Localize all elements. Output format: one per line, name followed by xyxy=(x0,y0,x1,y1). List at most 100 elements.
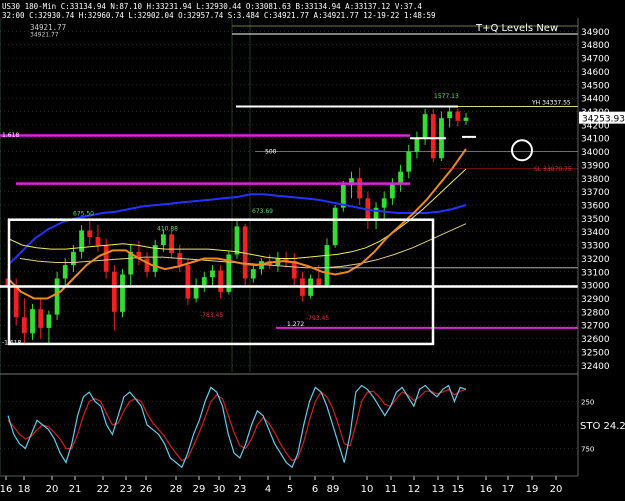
y-tick-label: 34000 xyxy=(581,148,610,158)
annotation-value: 1577.13 xyxy=(434,93,459,100)
x-tick-label: 23 xyxy=(120,484,133,495)
y-tick-label: 33200 xyxy=(581,255,610,265)
x-tick-label: 30 xyxy=(213,484,226,495)
y-tick-label: 34800 xyxy=(581,41,610,51)
y-tick-label: 33900 xyxy=(581,161,610,171)
sto-tick-label: 750 xyxy=(581,446,594,454)
chart-window: 32400 32500 32600 32700 32800 32900 33000 33100… xyxy=(0,0,625,497)
y-tick-label: 32500 xyxy=(581,348,610,358)
y-tick-label: 34700 xyxy=(581,55,610,65)
level-1272-label: 1.272 xyxy=(287,321,304,328)
header-ohlc: C:33134.94 N:87.10 H:33231.94 L:32930.44… xyxy=(60,2,422,11)
candle-body xyxy=(54,278,60,315)
candle-body xyxy=(463,117,469,121)
candle-body xyxy=(455,111,461,121)
candle-body xyxy=(447,111,453,119)
candle-body xyxy=(250,269,256,279)
candle-body xyxy=(103,245,109,272)
candle-body xyxy=(160,234,166,246)
candle-body xyxy=(120,274,125,312)
x-tick-label: 15 xyxy=(452,484,465,495)
candle-body xyxy=(332,207,338,246)
candle-body xyxy=(169,234,174,254)
x-tick-label: 4 xyxy=(265,484,271,495)
y-tick-label: 32400 xyxy=(581,362,610,372)
x-tick-label: 29 xyxy=(193,484,206,495)
x-tick-label: 16 xyxy=(0,484,12,495)
x-tick-label: 18 xyxy=(18,484,31,495)
annotation-value: -793.45 xyxy=(306,315,329,322)
x-tick-label: 11 xyxy=(385,484,398,495)
y-tick-label: 34900 xyxy=(581,28,610,38)
annotation-value: -783.45 xyxy=(200,312,223,319)
x-tick-label: 20 xyxy=(46,484,59,495)
candle-body xyxy=(152,245,158,272)
candle-body xyxy=(422,114,428,139)
annotation-value: 410.88 xyxy=(157,225,178,232)
candle-body xyxy=(21,317,27,334)
candle-body xyxy=(71,251,76,266)
candle-body xyxy=(46,314,52,328)
x-tick-label: 13 xyxy=(432,484,445,495)
price-chart[interactable]: 32400 32500 32600 32700 32800 32900 33000 33100… xyxy=(0,0,625,497)
candle-body xyxy=(406,151,412,172)
y-tick-label: 32900 xyxy=(581,295,610,305)
candle-body xyxy=(234,226,240,255)
header-symbol: US30 xyxy=(2,2,21,11)
candle-body xyxy=(381,198,387,208)
y-tick-label: 33000 xyxy=(581,282,610,292)
candle-body xyxy=(13,285,19,318)
candle-body xyxy=(87,230,93,238)
x-tick-label: 21 xyxy=(69,484,82,495)
y-tick-label: 33500 xyxy=(581,215,610,225)
annotation-value: 34921.77 xyxy=(30,32,59,39)
candle-body xyxy=(201,277,207,286)
x-tick-label: 20 xyxy=(550,484,563,495)
x-tick-label: 28 xyxy=(170,484,183,495)
candle-body xyxy=(398,171,403,184)
candle-body xyxy=(185,265,191,299)
y-tick-label: 33600 xyxy=(581,202,610,212)
x-tick-label: 16 xyxy=(480,484,493,495)
sto-tick-label: 250 xyxy=(581,399,594,407)
annotation-value: -1.618 xyxy=(2,340,22,347)
header-timeframe: 180-Min xyxy=(24,2,57,11)
x-tick-label: 6 xyxy=(312,484,318,495)
annotation-value: 1.618 xyxy=(2,132,19,139)
y-tick-label: 34600 xyxy=(581,68,610,78)
candle-body xyxy=(210,270,215,278)
y-tick-label: 33400 xyxy=(581,228,610,238)
candle-body xyxy=(324,245,330,286)
annotation-value: 675.50 xyxy=(73,211,94,218)
header-sub-value: 34921.77 xyxy=(30,23,67,32)
candle-body xyxy=(218,270,224,292)
y-tick-label: 33100 xyxy=(581,268,610,278)
y-tick-label: 32600 xyxy=(581,335,610,345)
candle-body xyxy=(95,237,101,246)
candle-body xyxy=(30,309,35,334)
y-tick-label: 32800 xyxy=(581,308,610,318)
last-price-label: 34253.93 xyxy=(582,115,625,125)
candle-body xyxy=(316,278,322,286)
candle-body xyxy=(144,258,150,272)
x-tick-label: 12 xyxy=(408,484,421,495)
candle-body xyxy=(357,178,363,199)
level-500-label: 500 xyxy=(265,149,277,156)
candle-body xyxy=(414,138,420,152)
candle-body xyxy=(79,230,85,252)
y-tick-label: 33800 xyxy=(581,175,610,185)
candle-body xyxy=(177,253,183,266)
y-tick-label: 34100 xyxy=(581,135,610,145)
candle-body xyxy=(38,309,44,328)
candle-body xyxy=(111,271,117,312)
x-tick-label: 89 xyxy=(327,484,340,495)
y-tick-label: 32700 xyxy=(581,322,610,332)
y-tick-label: 33300 xyxy=(581,242,610,252)
x-tick-label: 19 xyxy=(526,484,539,495)
watermark: T+Q Levels New xyxy=(476,23,559,34)
x-tick-label: 26 xyxy=(140,484,153,495)
y-tick-label: 34500 xyxy=(581,81,610,91)
level-yh-label: YH 34337.55 xyxy=(531,99,571,106)
header-line-2: 32:00 C:32930.74 H:32960.74 L:32902.04 O… xyxy=(2,11,436,20)
x-tick-label: 23 xyxy=(234,484,247,495)
